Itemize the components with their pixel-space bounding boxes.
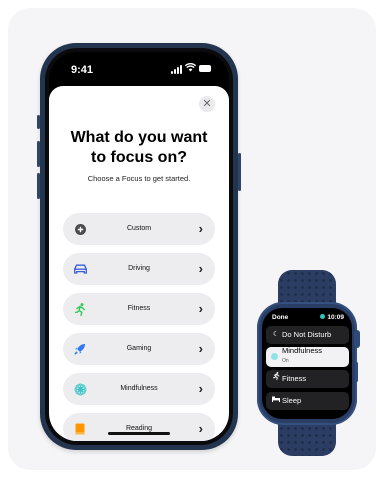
focus-option-label: Fitness	[127, 305, 151, 312]
chevron-right-icon: ›	[198, 341, 203, 356]
bed-icon	[272, 392, 280, 410]
focus-option-gaming[interactable]: Gaming ›	[63, 333, 215, 365]
focus-option-label: Driving	[128, 265, 150, 272]
watch-focus-fitness[interactable]: Fitness	[266, 370, 349, 388]
side-button	[238, 153, 241, 191]
focus-option-reading[interactable]: Reading ›	[63, 413, 215, 441]
phone-screen: 9:41 ✕ What do you want to focus on? Cho…	[49, 52, 229, 441]
watch-focus-mindfulness[interactable]: Mindfulness On	[266, 346, 349, 367]
cellular-signal-icon	[171, 64, 185, 74]
watch-time: 10:09	[320, 314, 344, 321]
watch-item-status: On	[282, 358, 289, 364]
focus-option-fitness[interactable]: Fitness ›	[63, 293, 215, 325]
sheet-title: What do you want to focus on?	[70, 129, 208, 166]
volume-down-button	[37, 173, 40, 199]
notch	[103, 52, 175, 72]
iphone-device: 9:41 ✕ What do you want to focus on? Cho…	[37, 43, 241, 450]
focus-option-driving[interactable]: Driving ›	[63, 253, 215, 285]
focus-option-label: Mindfulness	[120, 385, 158, 392]
watch-side-button[interactable]	[355, 362, 358, 382]
digital-crown[interactable]	[354, 330, 360, 348]
flower-icon	[271, 353, 278, 360]
chevron-right-icon: ›	[198, 221, 203, 236]
ring-switch	[37, 115, 40, 129]
running-figure-icon	[272, 370, 280, 388]
volume-up-button	[37, 141, 40, 167]
close-icon: ✕	[202, 98, 212, 110]
watch-time-text: 10:09	[327, 314, 344, 321]
focus-options-list: Custom › Driving › Fitness › Gaming › Mi…	[63, 213, 215, 441]
status-time: 9:41	[71, 64, 94, 76]
sheet-subtitle: Choose a Focus to get started.	[87, 174, 191, 183]
watch-screen: Done 10:09 ☾ Do Not Disturb Mindfulness …	[262, 308, 352, 419]
chevron-right-icon: ›	[198, 301, 203, 316]
battery-icon	[199, 65, 211, 72]
focus-setup-sheet: ✕ What do you want to focus on? Choose a…	[49, 86, 229, 441]
focus-option-custom[interactable]: Custom ›	[63, 213, 215, 245]
watch-focus-sleep[interactable]: Sleep	[266, 392, 349, 410]
watch-item-label: Sleep	[282, 396, 302, 405]
status-bar: 9:41	[49, 52, 229, 90]
chevron-right-icon: ›	[198, 261, 203, 276]
wifi-icon	[184, 63, 197, 75]
watch-focus-do-not-disturb[interactable]: ☾ Do Not Disturb	[266, 326, 349, 344]
focus-status-dot	[320, 314, 326, 319]
watch-done-button[interactable]: Done	[272, 314, 288, 321]
watch-item-label: Do Not Disturb	[282, 330, 332, 339]
home-indicator	[108, 432, 170, 435]
chevron-right-icon: ›	[198, 381, 203, 396]
close-button[interactable]: ✕	[199, 96, 215, 112]
chevron-right-icon: ›	[198, 421, 203, 436]
focus-option-label: Gaming	[126, 345, 152, 352]
phone-bezel: 9:41 ✕ What do you want to focus on? Cho…	[45, 48, 233, 445]
watch-header: Done 10:09	[272, 314, 344, 324]
moon-icon: ☾	[272, 331, 280, 338]
focus-option-label: Reading	[125, 425, 153, 432]
focus-option-mindfulness[interactable]: Mindfulness ›	[63, 373, 215, 405]
watch-item-label: Fitness	[282, 374, 307, 383]
focus-option-label: Custom	[126, 225, 152, 232]
